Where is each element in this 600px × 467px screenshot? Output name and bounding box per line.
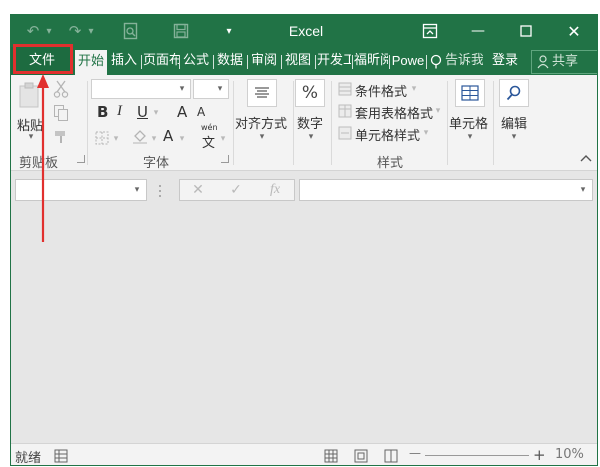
- annotation-arrow: [37, 74, 49, 242]
